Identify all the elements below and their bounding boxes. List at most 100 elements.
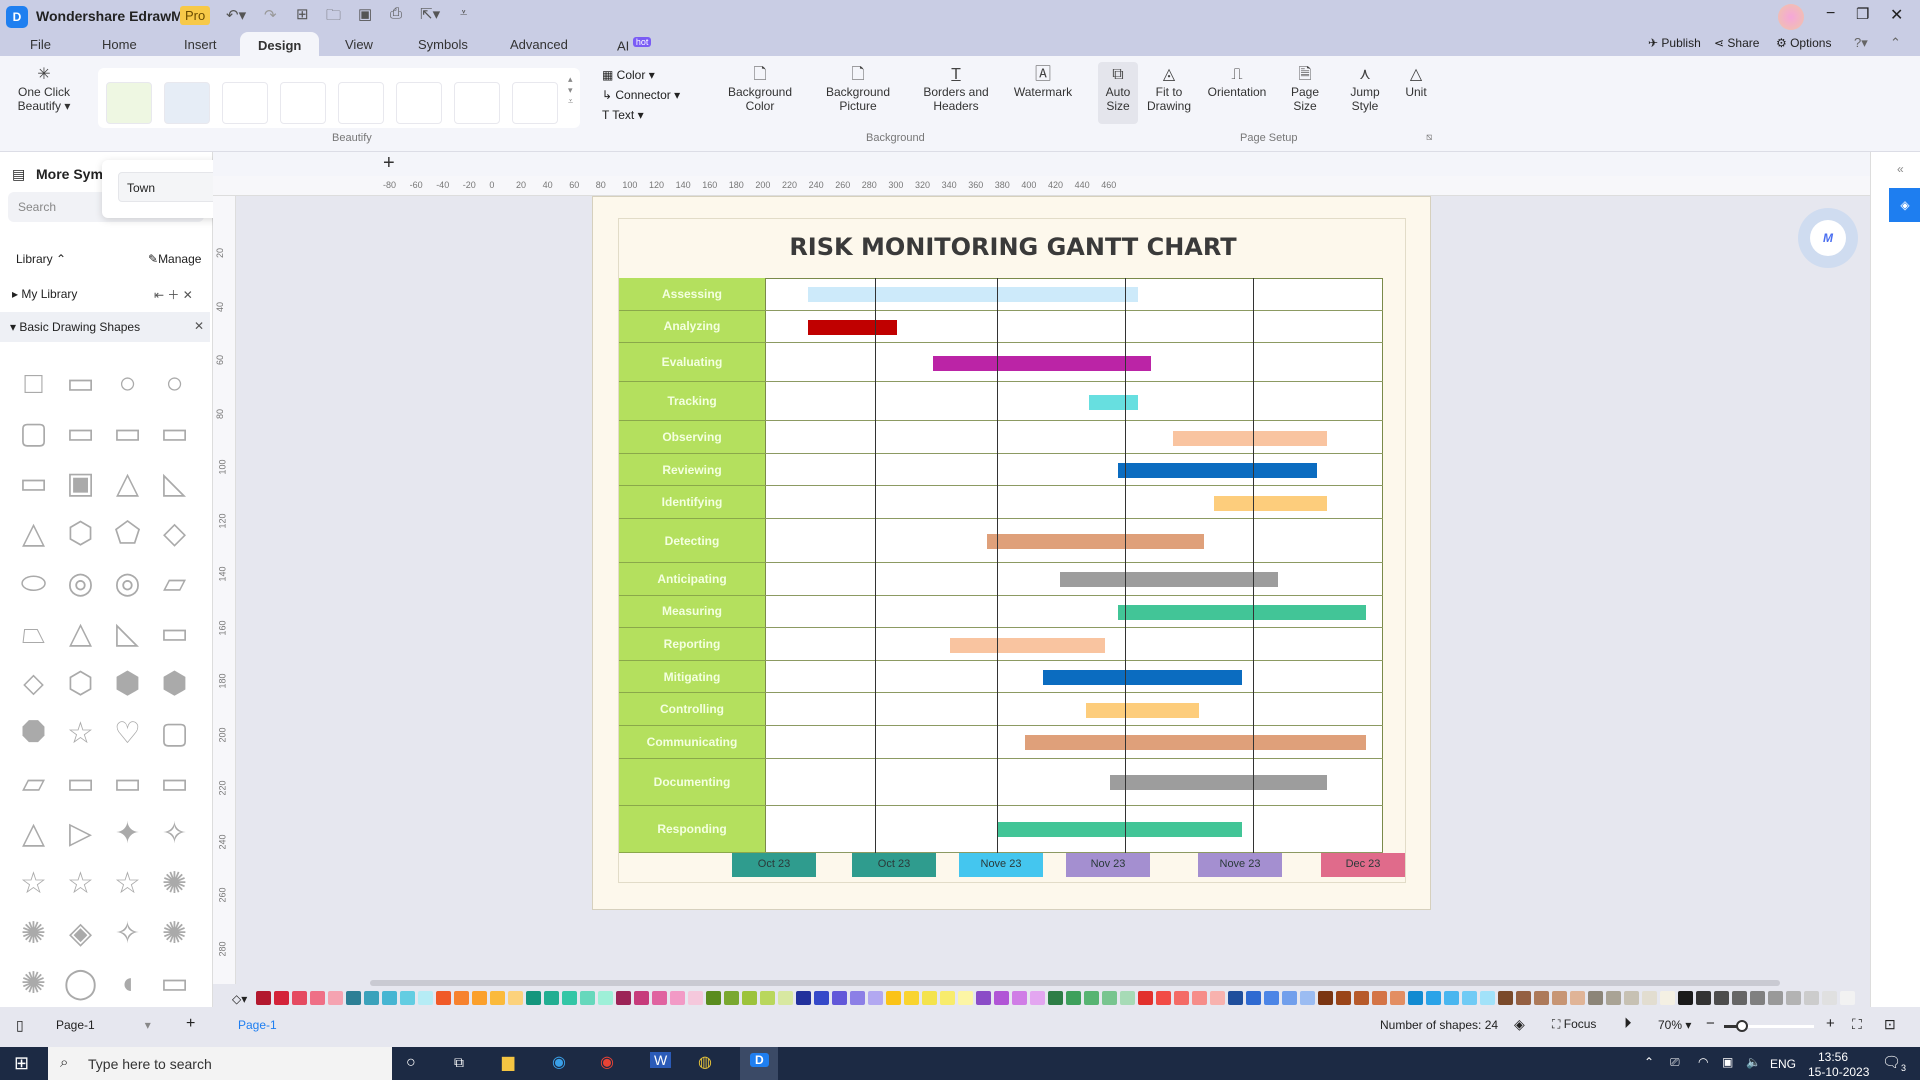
shape-thumbnail[interactable]: ▭ [57, 362, 104, 412]
color-swatch[interactable] [292, 990, 307, 1005]
zoom-slider-handle[interactable] [1736, 1020, 1748, 1032]
color-swatch[interactable] [1570, 990, 1585, 1005]
shape-thumbnail[interactable]: ▭ [151, 762, 198, 812]
color-swatch[interactable] [274, 990, 289, 1005]
task-bar[interactable] [1085, 702, 1199, 718]
shape-thumbnail[interactable]: ▢ [151, 712, 198, 762]
color-swatch[interactable] [1066, 990, 1081, 1005]
export-icon[interactable]: ⇱▾ [420, 5, 440, 23]
shape-thumbnail[interactable]: ▷ [57, 812, 104, 862]
color-swatch[interactable] [1210, 990, 1225, 1005]
user-avatar[interactable] [1778, 4, 1804, 30]
color-swatch[interactable] [778, 990, 793, 1005]
shape-thumbnail[interactable]: ✦ [104, 812, 151, 862]
color-swatch[interactable] [1246, 990, 1261, 1005]
shape-thumbnail[interactable]: ⬢ [104, 662, 151, 712]
color-swatch[interactable] [940, 990, 955, 1005]
camera-icon[interactable]: ⎚ [1670, 1055, 1680, 1070]
shape-thumbnail[interactable]: ▭ [104, 762, 151, 812]
task-bar[interactable] [997, 822, 1243, 838]
shape-thumbnail[interactable]: ☆ [57, 712, 104, 762]
taskbar-search-input[interactable]: ⌕ Type here to search [48, 1047, 392, 1080]
file-explorer-icon[interactable]: ▆ [502, 1052, 514, 1072]
windows-start-icon[interactable]: ⊞ [14, 1053, 29, 1074]
gallery-scroll-icon[interactable]: ▴ ▾ ⩡ [568, 74, 573, 107]
zoom-out-icon[interactable]: − [1706, 1015, 1715, 1032]
page-tab[interactable]: Page-1 [238, 1018, 277, 1032]
task-bar[interactable] [1024, 735, 1366, 751]
color-swatch[interactable] [814, 990, 829, 1005]
restore-icon[interactable]: ❐ [1856, 5, 1869, 23]
basic-shapes-header[interactable]: ▾ Basic Drawing Shapes ✕ [0, 312, 210, 342]
task-bar[interactable] [1059, 572, 1278, 588]
shape-thumbnail[interactable]: ▱ [10, 762, 57, 812]
style-thumb-3[interactable] [222, 82, 268, 124]
color-swatch[interactable] [1156, 990, 1171, 1005]
shape-thumbnail[interactable]: ▭ [151, 612, 198, 662]
color-swatch[interactable] [670, 990, 685, 1005]
one-click-beautify-button[interactable]: ✳ One Click Beautify ▾ [14, 67, 74, 114]
shape-thumbnail[interactable]: □ [10, 362, 57, 412]
shape-thumbnail[interactable]: ⬭ [10, 562, 57, 612]
color-swatch[interactable] [1534, 990, 1549, 1005]
color-swatch[interactable] [994, 990, 1009, 1005]
color-swatch[interactable] [1084, 990, 1099, 1005]
shape-thumbnail[interactable]: ⬠ [104, 512, 151, 562]
fullscreen-icon[interactable]: ⛶ [1852, 1016, 1862, 1033]
text-button[interactable]: T Text ▾ [602, 108, 644, 122]
color-swatch[interactable] [1642, 990, 1657, 1005]
color-swatch[interactable] [1588, 990, 1603, 1005]
color-swatch[interactable] [922, 990, 937, 1005]
tray-chevron-icon[interactable]: ⌃ [1644, 1055, 1654, 1069]
color-swatch[interactable] [1714, 990, 1729, 1005]
close-icon[interactable]: ✕ [1890, 5, 1903, 25]
color-swatch[interactable] [400, 990, 415, 1005]
color-swatch[interactable] [1318, 990, 1333, 1005]
shape-thumbnail[interactable]: △ [104, 462, 151, 512]
task-bar[interactable] [807, 287, 1138, 303]
shape-thumbnail[interactable]: ▱ [151, 562, 198, 612]
minimize-icon[interactable]: − [1826, 5, 1835, 23]
shape-thumbnail[interactable]: ✧ [104, 912, 151, 962]
color-swatch[interactable] [1786, 990, 1801, 1005]
task-bar[interactable] [1118, 463, 1318, 479]
shape-thumbnail[interactable]: ♡ [104, 712, 151, 762]
task-bar[interactable] [1213, 495, 1328, 511]
page-setup-launcher-icon[interactable]: ⧅ [1426, 132, 1432, 143]
color-swatch[interactable] [742, 990, 757, 1005]
shape-thumbnail[interactable]: ○ [104, 362, 151, 412]
shape-thumbnail[interactable]: ▭ [10, 462, 57, 512]
fit-to-drawing-button[interactable]: ◬ Fit to Drawing [1142, 67, 1196, 114]
gantt-chart-frame[interactable]: RISK MONITORING GANTT CHART Assessing Ana… [618, 218, 1406, 883]
zoom-level[interactable]: 70% ▾ [1658, 1018, 1691, 1032]
library-toggle[interactable]: Library ⌃ [16, 252, 66, 266]
style-thumb-6[interactable] [396, 82, 442, 124]
shape-thumbnail[interactable]: ◎ [57, 562, 104, 612]
style-thumb-1[interactable] [106, 82, 152, 124]
page-size-button[interactable]: 🗎 Page Size [1280, 67, 1330, 114]
shape-thumbnail[interactable]: ◺ [151, 462, 198, 512]
shape-thumbnail[interactable]: ☆ [104, 862, 151, 912]
layers-icon[interactable]: ◈ [1514, 1016, 1525, 1033]
color-swatch[interactable] [706, 990, 721, 1005]
shape-thumbnail[interactable]: ○ [151, 362, 198, 412]
unit-button[interactable]: △ Unit [1396, 67, 1436, 100]
zoom-slider[interactable] [1724, 1020, 1814, 1032]
help-icon[interactable]: ?▾ [1854, 35, 1868, 51]
color-swatch[interactable] [1498, 990, 1513, 1005]
shape-thumbnail[interactable]: △ [57, 612, 104, 662]
color-swatch[interactable] [1408, 990, 1423, 1005]
task-bar[interactable] [1172, 430, 1328, 446]
color-swatch[interactable] [1120, 990, 1135, 1005]
undo-icon[interactable]: ↶▾ [226, 6, 246, 24]
menu-symbols[interactable]: Symbols [408, 35, 478, 54]
display-icon[interactable]: ▣ [1722, 1055, 1733, 1069]
horizontal-scrollbar[interactable] [370, 980, 1780, 986]
color-swatch[interactable] [868, 990, 883, 1005]
color-swatch[interactable] [1264, 990, 1279, 1005]
color-swatch[interactable] [1192, 990, 1207, 1005]
color-swatch[interactable] [1048, 990, 1063, 1005]
borders-headers-button[interactable]: T̲ Borders and Headers [916, 67, 996, 114]
page-panel-icon[interactable]: ▯ [16, 1017, 24, 1034]
edrawmax-taskbar-icon[interactable]: D [740, 1047, 778, 1080]
